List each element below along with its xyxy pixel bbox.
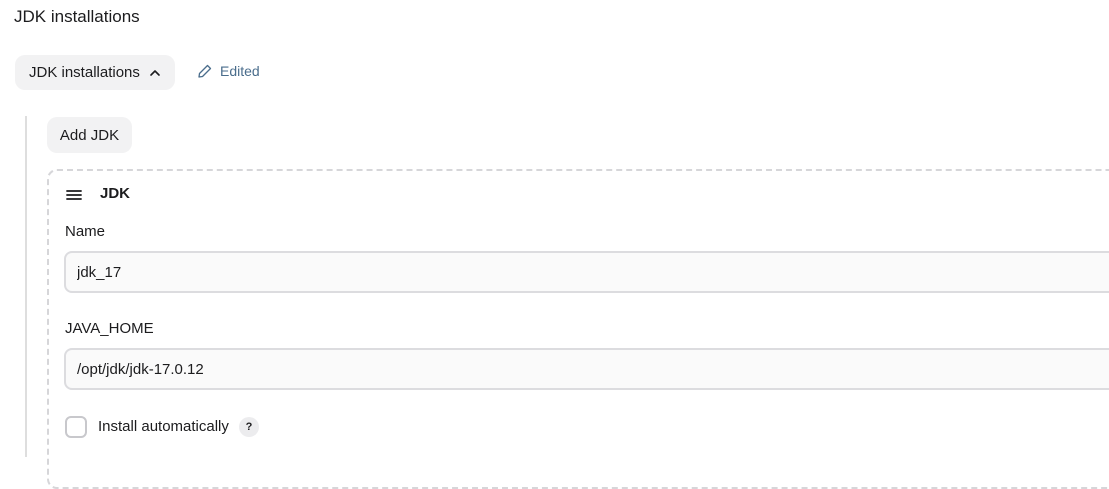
- indent-line: [25, 116, 27, 457]
- install-automatically-label[interactable]: Install automatically: [98, 418, 229, 435]
- install-automatically-checkbox[interactable]: [65, 416, 87, 438]
- name-label: Name: [65, 223, 106, 240]
- name-input[interactable]: [64, 251, 1109, 293]
- edited-status: Edited: [197, 63, 260, 79]
- pencil-icon: [198, 64, 212, 78]
- toggle-label: JDK installations: [29, 64, 140, 81]
- help-icon[interactable]: ?: [239, 417, 259, 437]
- jdk-installations-toggle-button[interactable]: JDK installations: [15, 55, 175, 90]
- jdk-repeatable-item: [47, 169, 1109, 489]
- section-title: JDK installations: [14, 7, 140, 26]
- drag-handle-icon[interactable]: [65, 187, 83, 203]
- jdk-item-title: JDK: [100, 185, 131, 202]
- edited-label: Edited: [220, 63, 260, 79]
- chevron-up-icon: [150, 69, 160, 76]
- java-home-label: JAVA_HOME: [65, 320, 154, 337]
- java-home-input[interactable]: [64, 348, 1109, 390]
- add-jdk-button[interactable]: Add JDK: [47, 117, 132, 153]
